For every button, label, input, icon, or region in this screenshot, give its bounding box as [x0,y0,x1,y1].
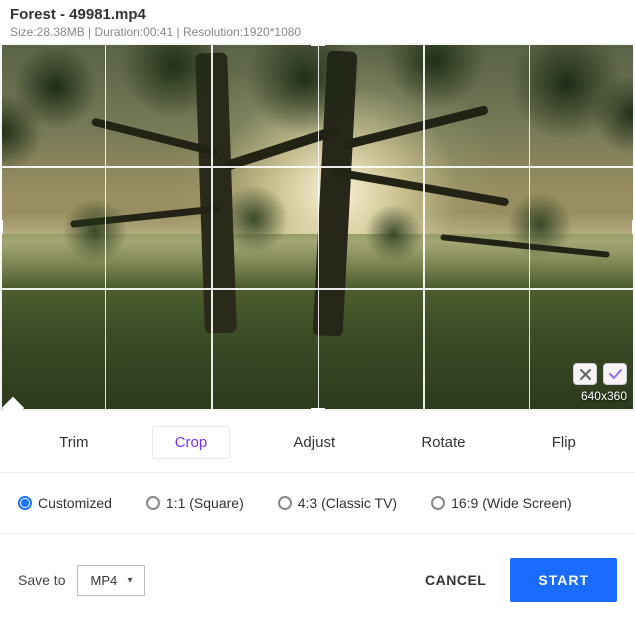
tab-trim[interactable]: Trim [37,427,110,458]
tab-crop[interactable]: Crop [153,427,230,458]
file-title: Forest - 49981.mp4 [10,6,625,23]
save-to-label: Save to [18,572,65,588]
crop-cancel-icon[interactable] [573,363,597,385]
cancel-button[interactable]: CANCEL [425,572,486,588]
radio-icon [18,496,32,510]
crop-dimensions-label: 640x360 [581,389,627,403]
tab-flip[interactable]: Flip [530,427,598,458]
video-preview[interactable]: 640x360 [0,43,635,411]
crop-confirm-icon[interactable] [603,363,627,385]
file-meta: Size:28.38MB | Duration:00:41 | Resoluti… [10,25,625,39]
format-value: MP4 [90,573,117,588]
format-select[interactable]: MP4 ▾ [77,565,145,596]
aspect-option-label: 4:3 (Classic TV) [298,495,397,511]
crop-aspect-options: Customized 1:1 (Square) 4:3 (Classic TV)… [0,473,635,534]
chevron-down-icon: ▾ [127,575,132,586]
radio-icon [146,496,160,510]
tab-adjust[interactable]: Adjust [271,427,357,458]
radio-icon [431,496,445,510]
radio-icon [278,496,292,510]
aspect-option-label: Customized [38,495,112,511]
aspect-option-customized[interactable]: Customized [18,495,112,511]
tab-rotate[interactable]: Rotate [399,427,487,458]
footer-bar: Save to MP4 ▾ CANCEL START [0,534,635,626]
aspect-option-1-1[interactable]: 1:1 (Square) [146,495,244,511]
start-button[interactable]: START [510,558,617,602]
aspect-option-4-3[interactable]: 4:3 (Classic TV) [278,495,397,511]
video-frame [0,43,635,411]
aspect-option-label: 1:1 (Square) [166,495,244,511]
aspect-option-16-9[interactable]: 16:9 (Wide Screen) [431,495,572,511]
edit-tabs: Trim Crop Adjust Rotate Flip [0,411,635,473]
aspect-option-label: 16:9 (Wide Screen) [451,495,572,511]
file-header: Forest - 49981.mp4 Size:28.38MB | Durati… [0,0,635,43]
